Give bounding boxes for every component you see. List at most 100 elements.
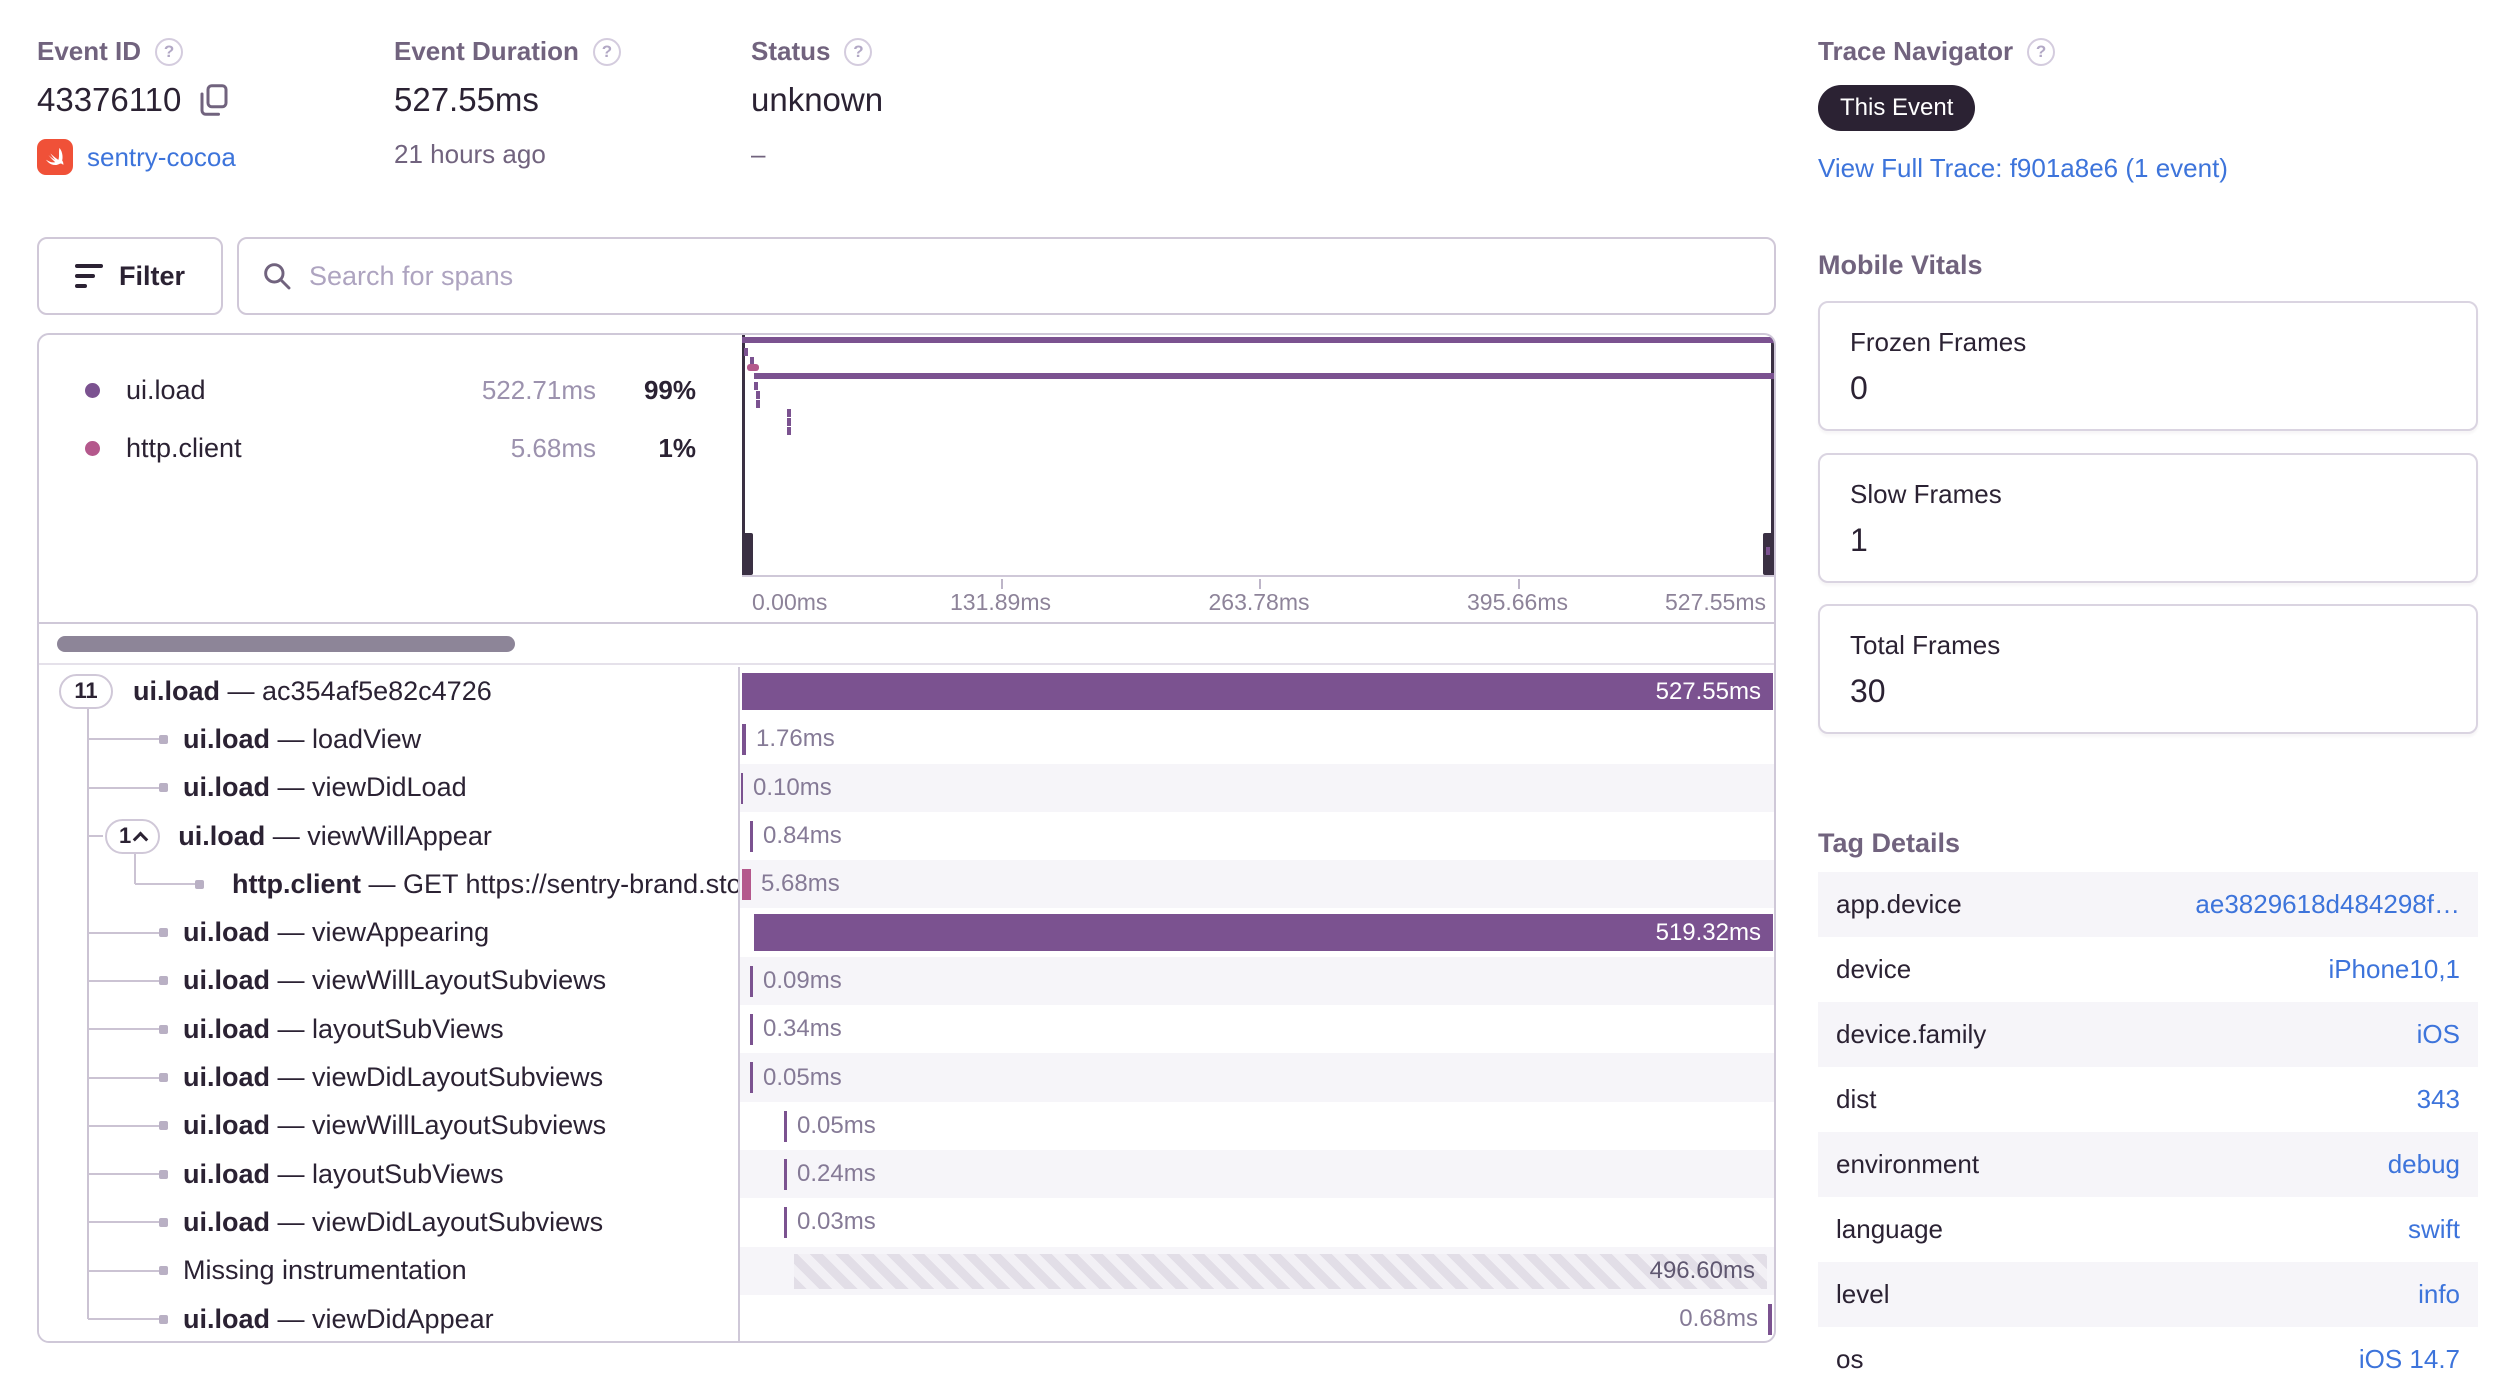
- minimap-left-handle[interactable]: [742, 533, 753, 575]
- span-waterfall-row[interactable]: 0.84ms: [740, 812, 1774, 860]
- span-children-chip[interactable]: 11: [59, 673, 113, 709]
- span-tree-row[interactable]: ui.load — viewWillLayoutSubviews: [39, 956, 740, 1006]
- tree-connector-dot: [159, 1217, 168, 1227]
- span-tree-row[interactable]: http.client — GET https://sentry-brand.s…: [39, 860, 740, 909]
- span-row[interactable]: Missing instrumentation 496.60ms: [39, 1246, 1774, 1295]
- span-bar[interactable]: [784, 1158, 787, 1190]
- minimap-span-bar: [754, 373, 1774, 379]
- tag-value-link[interactable]: swift: [2408, 1214, 2460, 1245]
- span-tree-row[interactable]: 11 ui.load — ac354af5e82c4726: [39, 667, 740, 716]
- help-icon[interactable]: ?: [844, 37, 873, 66]
- span-bar[interactable]: [750, 965, 753, 997]
- span-waterfall-row[interactable]: 0.03ms: [740, 1198, 1774, 1246]
- copy-icon[interactable]: [199, 83, 229, 117]
- span-waterfall-row[interactable]: 0.05ms: [740, 1102, 1774, 1150]
- span-row[interactable]: ui.load — viewDidLayoutSubviews 0.05ms: [39, 1053, 1774, 1102]
- tag-value-link[interactable]: info: [2418, 1279, 2460, 1310]
- tag-value-link[interactable]: 343: [2417, 1084, 2460, 1115]
- span-bar[interactable]: [784, 1110, 787, 1142]
- span-waterfall-row[interactable]: 0.24ms: [740, 1149, 1774, 1199]
- search-input[interactable]: [309, 260, 1774, 292]
- span-label: ui.load — viewWillAppear: [178, 820, 492, 851]
- event-duration-value: 527.55ms: [394, 81, 539, 118]
- span-row[interactable]: 11 ui.load — ac354af5e82c4726 527.55ms: [39, 667, 1774, 716]
- tag-row: dist 343: [1818, 1067, 2478, 1132]
- span-label: Missing instrumentation: [183, 1255, 467, 1286]
- span-row[interactable]: ui.load — viewDidAppear 0.68ms: [39, 1294, 1774, 1341]
- span-tree-row[interactable]: ui.load — viewWillLayoutSubviews: [39, 1101, 740, 1150]
- span-waterfall-row[interactable]: 0.09ms: [740, 956, 1774, 1006]
- tree-connector: [88, 931, 161, 934]
- help-icon[interactable]: ?: [2027, 37, 2056, 66]
- tag-value-link[interactable]: iPhone10,1: [2328, 954, 2460, 985]
- span-waterfall-row[interactable]: 0.10ms: [740, 763, 1774, 812]
- span-label: ui.load — viewWillLayoutSubviews: [183, 965, 607, 996]
- span-waterfall-row[interactable]: 1.76ms: [740, 715, 1774, 763]
- span-label: ui.load — loadView: [183, 723, 422, 754]
- tag-value-link[interactable]: ae3829618d484298f…: [2195, 889, 2460, 920]
- span-children-chip[interactable]: 1: [105, 818, 161, 854]
- span-duration-label: 0.84ms: [763, 822, 842, 850]
- span-waterfall-row[interactable]: 0.05ms: [740, 1053, 1774, 1102]
- filter-button[interactable]: Filter: [37, 237, 223, 315]
- span-tree-row[interactable]: 1 ui.load — viewWillAppear: [39, 811, 740, 861]
- span-tree-row[interactable]: ui.load — viewDidLoad: [39, 763, 740, 812]
- span-bar[interactable]: [784, 1207, 787, 1239]
- vital-value: 1: [1850, 521, 1868, 558]
- span-bar[interactable]: 519.32ms: [754, 914, 1773, 952]
- tag-value-link[interactable]: iOS 14.7: [2359, 1344, 2460, 1375]
- tree-connector-dot: [159, 1314, 168, 1324]
- tag-value-link[interactable]: debug: [2388, 1149, 2460, 1180]
- tag-value-link[interactable]: iOS: [2417, 1019, 2460, 1050]
- span-tree-row[interactable]: ui.load — viewAppearing: [39, 908, 740, 957]
- span-bar[interactable]: [750, 1062, 753, 1094]
- span-row[interactable]: ui.load — loadView 1.76ms: [39, 715, 1774, 764]
- span-row[interactable]: ui.load — viewWillLayoutSubviews 0.05ms: [39, 1101, 1774, 1150]
- tree-connector-dot: [159, 1073, 168, 1083]
- minimap-http-span: [747, 364, 759, 371]
- span-bar[interactable]: [742, 869, 751, 901]
- view-full-trace-link[interactable]: View Full Trace: f901a8e6 (1 event): [1818, 153, 2228, 183]
- span-row[interactable]: 1 ui.load — viewWillAppear 0.84ms: [39, 811, 1774, 861]
- span-bar[interactable]: [750, 820, 753, 852]
- missing-instrumentation-bar[interactable]: 496.60ms: [794, 1253, 1767, 1289]
- span-waterfall-row[interactable]: 527.55ms: [740, 667, 1774, 715]
- span-row[interactable]: ui.load — viewWillLayoutSubviews 0.09ms: [39, 956, 1774, 1006]
- horizontal-scrollbar-thumb[interactable]: [57, 636, 515, 652]
- tree-connector-dot: [159, 1169, 168, 1179]
- span-row[interactable]: ui.load — viewDidLoad 0.10ms: [39, 763, 1774, 812]
- tag-row: level info: [1818, 1262, 2478, 1327]
- span-row[interactable]: http.client — GET https://sentry-brand.s…: [39, 860, 1774, 909]
- span-bar[interactable]: [750, 1014, 753, 1046]
- span-bar[interactable]: [1768, 1303, 1772, 1335]
- tree-connector-dot: [159, 783, 168, 793]
- help-icon[interactable]: ?: [155, 37, 184, 66]
- span-bar[interactable]: [742, 724, 746, 756]
- span-waterfall-row[interactable]: 519.32ms: [740, 908, 1774, 956]
- span-waterfall-row[interactable]: 496.60ms: [740, 1246, 1774, 1295]
- span-waterfall-row[interactable]: 0.68ms: [740, 1295, 1774, 1341]
- help-icon[interactable]: ?: [592, 37, 621, 66]
- span-bar[interactable]: 527.55ms: [742, 673, 1773, 710]
- project-link[interactable]: sentry-cocoa: [87, 142, 236, 173]
- span-tree-row[interactable]: ui.load — loadView: [39, 715, 740, 764]
- span-tree-row[interactable]: Missing instrumentation: [39, 1246, 740, 1295]
- axis-tick-label: 0.00ms: [752, 589, 828, 615]
- span-bar[interactable]: [741, 772, 743, 804]
- span-tree-row[interactable]: ui.load — viewDidAppear: [39, 1294, 740, 1341]
- span-tree-row[interactable]: ui.load — viewDidLayoutSubviews: [39, 1053, 740, 1102]
- span-row[interactable]: ui.load — viewDidLayoutSubviews 0.03ms: [39, 1198, 1774, 1247]
- span-waterfall-row[interactable]: 0.34ms: [740, 1005, 1774, 1053]
- vital-value: 0: [1850, 370, 1868, 406]
- span-search: [237, 237, 1776, 315]
- span-row[interactable]: ui.load — viewAppearing 519.32ms: [39, 908, 1774, 957]
- span-row[interactable]: ui.load — layoutSubViews 0.24ms: [39, 1149, 1774, 1199]
- span-row[interactable]: ui.load — layoutSubViews 0.34ms: [39, 1005, 1774, 1054]
- span-tree-row[interactable]: ui.load — layoutSubViews: [39, 1149, 740, 1199]
- span-tree-row[interactable]: ui.load — layoutSubViews: [39, 1005, 740, 1054]
- minimap-span-tick: [787, 409, 791, 417]
- span-tree-row[interactable]: ui.load — viewDidLayoutSubviews: [39, 1198, 740, 1247]
- status-section: Status? unknown –: [751, 36, 883, 170]
- span-waterfall-row[interactable]: 5.68ms: [740, 860, 1774, 909]
- trace-minimap[interactable]: [742, 335, 1774, 577]
